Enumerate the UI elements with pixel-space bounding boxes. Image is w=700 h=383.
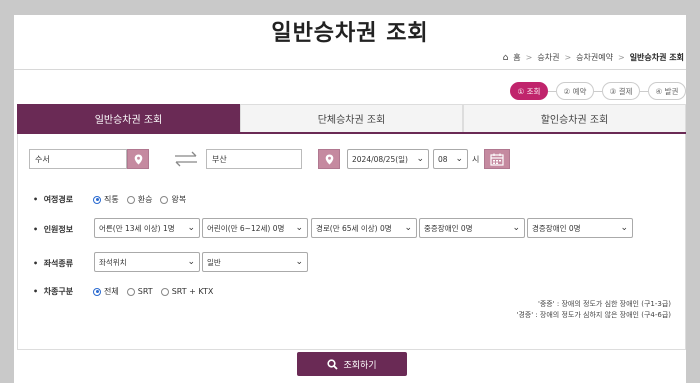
calendar-button[interactable]	[484, 149, 510, 169]
chevron-down-icon: ⌄	[455, 154, 463, 164]
adult-count-value: 어른(만 13세 이상) 1명	[99, 223, 175, 233]
search-icon	[327, 358, 339, 370]
car-type-label: • 차종구분	[33, 287, 74, 296]
radio-unchecked-icon	[160, 287, 169, 296]
departure-input[interactable]: 수서	[29, 149, 127, 169]
seat-class-select[interactable]: 일반 ⌄	[202, 252, 308, 272]
passengers-label-text: 인원정보	[43, 225, 74, 234]
calendar-icon	[490, 153, 504, 166]
chevron-down-icon: ⌄	[512, 223, 520, 233]
step-connector	[594, 90, 602, 92]
date-select[interactable]: 2024/08/25(일) ⌄	[347, 149, 429, 169]
radio-unchecked-icon	[126, 195, 135, 204]
breadcrumb: ⌂ 홈 > 승차권 > 승차권예약 > 일반승차권 조회	[503, 52, 684, 63]
swap-button[interactable]	[173, 149, 199, 169]
car-srt-radio[interactable]: SRT	[126, 287, 153, 296]
chevron-right-icon: >	[617, 53, 625, 62]
trip-direct-label: 직통	[104, 195, 119, 204]
severe-disabled-count-select[interactable]: 중증장애인 0명 ⌄	[419, 218, 525, 238]
departure-map-button[interactable]	[127, 149, 149, 169]
chevron-down-icon: ⌄	[404, 223, 412, 233]
step-indicator: ① 조회 ② 예약 ③ 결제 ④ 발권	[510, 82, 686, 100]
seat-type-label-text: 좌석종류	[43, 259, 74, 268]
map-pin-icon	[134, 154, 142, 164]
radio-unchecked-icon	[160, 195, 169, 204]
car-all-radio[interactable]: 전체	[93, 286, 119, 297]
child-count-select[interactable]: 어린이(만 6~12세) 0명 ⌄	[202, 218, 308, 238]
adult-count-select[interactable]: 어른(만 13세 이상) 1명 ⌄	[94, 218, 200, 238]
step-reserve: ② 예약	[556, 82, 594, 100]
step-connector	[548, 90, 556, 92]
car-type-label-text: 차종구분	[43, 287, 74, 296]
chevron-down-icon: ⌄	[620, 223, 628, 233]
breadcrumb-current: 일반승차권 조회	[629, 53, 684, 62]
trip-roundtrip-radio[interactable]: 왕복	[160, 194, 186, 205]
note-mild: '경증' : 장애의 정도가 심하지 않은 장애인 (구4-6급)	[516, 311, 671, 319]
severe-disabled-count-value: 중증장애인 0명	[424, 223, 473, 233]
car-type-radio-group: 전체 SRT SRT + KTX	[93, 286, 213, 297]
hour-select[interactable]: 08 ⌄	[433, 149, 468, 169]
arrival-map-button[interactable]	[318, 149, 340, 169]
home-icon[interactable]: ⌂	[503, 53, 509, 63]
breadcrumb-level2[interactable]: 승차권예약	[576, 52, 613, 63]
senior-count-select[interactable]: 경로(만 65세 이상) 0명 ⌄	[311, 218, 417, 238]
hour-unit-label: 시	[472, 155, 480, 164]
step-payment: ③ 결제	[602, 82, 640, 100]
trip-type-label-text: 여정경로	[43, 195, 74, 204]
chevron-down-icon: ⌄	[187, 223, 195, 233]
chevron-down-icon: ⌄	[187, 257, 195, 267]
search-button[interactable]: 조회하기	[297, 352, 407, 376]
car-srt-ktx-label: SRT + KTX	[171, 287, 214, 296]
map-pin-icon	[325, 154, 333, 164]
step-connector	[640, 90, 648, 92]
step-search: ① 조회	[510, 82, 548, 100]
mild-disabled-count-select[interactable]: 경증장애인 0명 ⌄	[527, 218, 633, 238]
radio-unchecked-icon	[126, 287, 135, 296]
car-srt-label: SRT	[137, 287, 153, 296]
hour-select-value: 08	[438, 154, 448, 164]
swap-arrows-icon	[175, 151, 197, 167]
chevron-right-icon: >	[564, 53, 572, 62]
trip-transfer-label: 환승	[137, 195, 153, 204]
page-container: 일반승차권 조회 ⌂ 홈 > 승차권 > 승차권예약 > 일반승차권 조회 ① …	[14, 15, 686, 383]
trip-transfer-radio[interactable]: 환승	[126, 194, 153, 205]
trip-direct-radio[interactable]: 직통	[93, 194, 119, 205]
arrival-input[interactable]: 부산	[206, 149, 302, 169]
ticket-type-tabs: 일반승차권 조회 단체승차권 조회 할인승차권 조회	[17, 104, 686, 134]
seat-position-value: 좌석위치	[99, 257, 127, 267]
child-count-value: 어린이(만 6~12세) 0명	[207, 223, 285, 233]
trip-type-label: • 여정경로	[33, 195, 74, 204]
seat-type-label: • 좌석종류	[33, 259, 74, 268]
radio-checked-icon	[93, 287, 101, 296]
date-select-value: 2024/08/25(일)	[352, 154, 408, 164]
trip-type-radio-group: 직통 환승 왕복	[93, 194, 186, 205]
note-severe: '중증' : 장애의 정도가 심한 장애인 (구1-3급)	[537, 300, 671, 308]
tab-general-ticket[interactable]: 일반승차권 조회	[17, 104, 240, 132]
senior-count-value: 경로(만 65세 이상) 0명	[316, 223, 392, 233]
chevron-right-icon: >	[525, 53, 533, 62]
mild-disabled-count-value: 경증장애인 0명	[532, 223, 581, 233]
car-all-label: 전체	[104, 287, 119, 296]
divider	[14, 69, 686, 70]
trip-roundtrip-label: 왕복	[171, 195, 187, 204]
page-title: 일반승차권 조회	[271, 21, 429, 46]
chevron-down-icon: ⌄	[416, 154, 424, 164]
tab-discount-ticket[interactable]: 할인승차권 조회	[463, 104, 686, 132]
passengers-label: • 인원정보	[33, 225, 74, 234]
seat-class-value: 일반	[207, 257, 221, 267]
chevron-down-icon: ⌄	[295, 223, 303, 233]
step-issue: ④ 발권	[648, 82, 686, 100]
breadcrumb-home[interactable]: 홈	[513, 52, 520, 63]
tab-group-ticket[interactable]: 단체승차권 조회	[240, 104, 463, 132]
seat-position-select[interactable]: 좌석위치 ⌄	[94, 252, 200, 272]
chevron-down-icon: ⌄	[295, 257, 303, 267]
search-button-label: 조회하기	[343, 360, 377, 371]
car-srt-ktx-radio[interactable]: SRT + KTX	[160, 287, 214, 296]
radio-checked-icon	[93, 195, 101, 204]
search-panel: 수서 부산 2024/08/25(일) ⌄ 08 ⌄ 시 • 여정경로 직통 환…	[17, 134, 686, 350]
breadcrumb-level1[interactable]: 승차권	[537, 52, 559, 63]
